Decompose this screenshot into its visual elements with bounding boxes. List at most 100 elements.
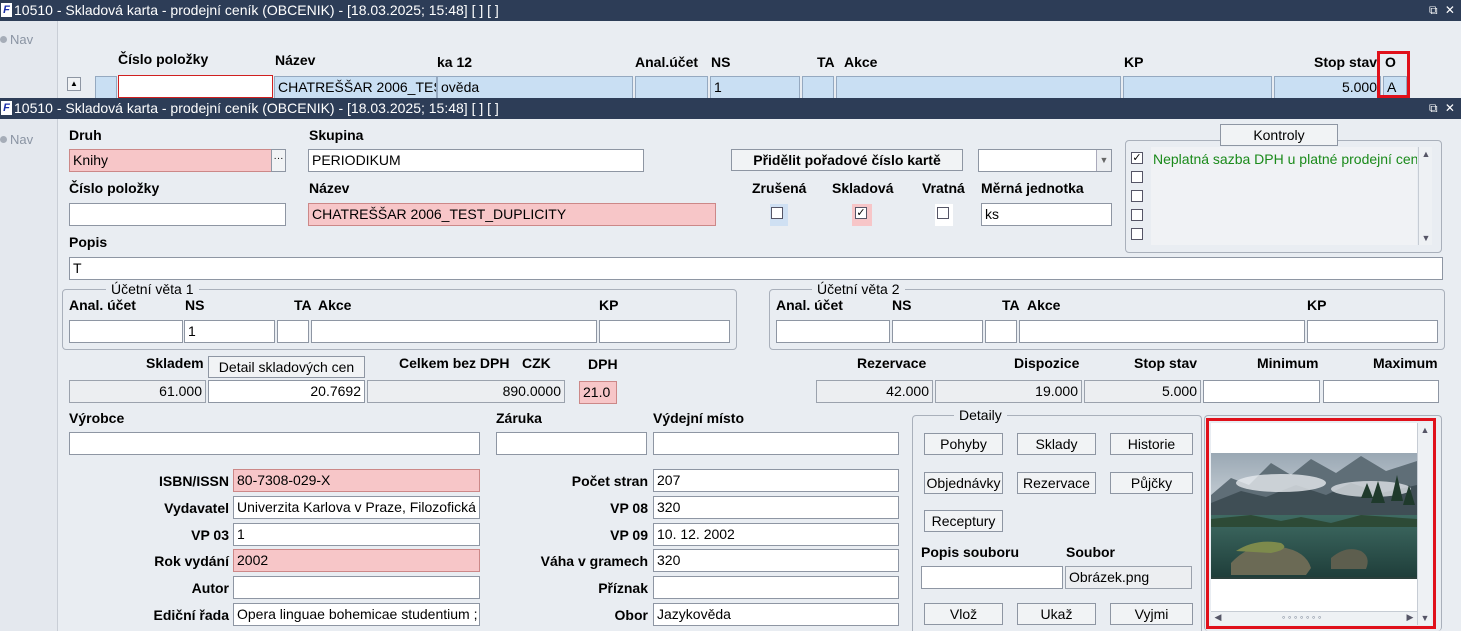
- uv2-kp-field[interactable]: [1307, 320, 1438, 343]
- combo-select[interactable]: ▼: [978, 149, 1112, 172]
- cislo-polozky-field[interactable]: [69, 203, 286, 226]
- autor-label: Autor: [191, 580, 229, 596]
- maximum-field[interactable]: [1323, 380, 1439, 403]
- uv2-akce-field[interactable]: [1019, 320, 1305, 343]
- isbn-field[interactable]: 80-7308-029-X: [233, 469, 480, 492]
- nazev-field[interactable]: CHATREŠŠAR 2006_TEST_DUPLICITY: [308, 203, 716, 226]
- minimum-field[interactable]: [1203, 380, 1320, 403]
- objednavky-button[interactable]: Objednávky: [924, 472, 1003, 494]
- sklady-button[interactable]: Sklady: [1017, 433, 1096, 455]
- row-akce[interactable]: [836, 76, 1121, 99]
- vydavatel-field[interactable]: Univerzita Karlova v Praze, Filozofická …: [233, 496, 480, 519]
- uv2-ta-field[interactable]: [985, 320, 1017, 343]
- chevron-down-icon[interactable]: ▼: [1096, 150, 1111, 171]
- receptury-button[interactable]: Receptury: [924, 510, 1003, 532]
- vaha-field[interactable]: 320: [653, 549, 899, 572]
- window2-titlebar: F 10510 - Skladová karta - prodejní cení…: [0, 98, 1461, 119]
- pridelit-cislo-button[interactable]: Přidělit pořadové číslo kartě: [731, 149, 963, 171]
- cena-field[interactable]: 20.7692: [208, 380, 365, 403]
- skladova-checkbox[interactable]: ✓: [855, 207, 867, 219]
- zrusena-checkbox[interactable]: [771, 207, 783, 219]
- vyrobce-field[interactable]: [69, 432, 480, 455]
- window1-nav-button[interactable]: Nav: [0, 32, 33, 47]
- col-ka12: ka 12: [437, 54, 473, 70]
- row-scroll-up-icon[interactable]: ▲: [67, 77, 81, 91]
- obor-field[interactable]: Jazykověda: [653, 603, 899, 626]
- autor-field[interactable]: [233, 576, 480, 599]
- window2-nav-button[interactable]: Nav: [0, 132, 33, 147]
- popis-souboru-field[interactable]: [921, 566, 1063, 589]
- vp09-field[interactable]: 10. 12. 2002: [653, 523, 899, 546]
- pocet-stran-field[interactable]: 207: [653, 469, 899, 492]
- dph-field[interactable]: 21.0: [579, 381, 617, 404]
- uv1-ns-field[interactable]: 1: [184, 320, 275, 343]
- row-anal-ucet[interactable]: [635, 76, 708, 99]
- kontroly-checkbox-4[interactable]: [1131, 209, 1143, 221]
- druh-label: Druh: [69, 127, 102, 143]
- rezervace-label: Rezervace: [857, 355, 927, 371]
- druh-lookup-button[interactable]: ···: [271, 149, 286, 172]
- vloz-button[interactable]: Vlož: [924, 603, 1003, 625]
- col-akce: Akce: [844, 54, 878, 70]
- app-icon: F: [1, 3, 12, 17]
- uv1-kp-field[interactable]: [599, 320, 730, 343]
- uv2-anal-ucet-field[interactable]: [776, 320, 890, 343]
- popis-field[interactable]: T: [69, 257, 1443, 280]
- scroll-down-icon[interactable]: ▼: [1419, 233, 1433, 243]
- obor-label: Obor: [614, 607, 648, 623]
- kontroly-checkbox-2[interactable]: [1131, 171, 1143, 183]
- priznak-field[interactable]: [653, 576, 899, 599]
- kontroly-checkbox-1[interactable]: ✓: [1131, 152, 1143, 164]
- window2-nav-column: Nav: [0, 119, 58, 631]
- row-ka12[interactable]: ověda: [437, 76, 633, 99]
- historie-button[interactable]: Historie: [1110, 433, 1193, 455]
- window2-restore-close-icons[interactable]: ⧉ ✕: [1429, 98, 1457, 119]
- row-cislo-polozky[interactable]: [118, 75, 273, 98]
- uv2-ns-field[interactable]: [892, 320, 983, 343]
- merna-jednotka-field[interactable]: ks: [981, 203, 1112, 226]
- uv1-ta-field[interactable]: [277, 320, 309, 343]
- czk-label: CZK: [522, 355, 551, 371]
- vp03-field[interactable]: 1: [233, 523, 480, 546]
- vp09-label: VP 09: [610, 527, 648, 543]
- vratna-checkbox[interactable]: [937, 207, 949, 219]
- zaruka-field[interactable]: [496, 432, 647, 455]
- skupina-label: Skupina: [309, 127, 364, 143]
- kontroly-button[interactable]: Kontroly: [1220, 124, 1338, 146]
- row-selector[interactable]: [95, 76, 117, 99]
- uv1-anal-ucet-field[interactable]: [69, 320, 183, 343]
- scroll-up-icon[interactable]: ▲: [1419, 149, 1433, 159]
- uv1-akce-field[interactable]: [311, 320, 597, 343]
- row-ta[interactable]: [802, 76, 834, 99]
- rok-vydani-field[interactable]: 2002: [233, 549, 480, 572]
- pujcky-button[interactable]: Půjčky: [1110, 472, 1193, 494]
- rezervace-field: 42.000: [816, 380, 933, 403]
- edicni-rada-label: Ediční řada: [153, 607, 229, 623]
- row-kp[interactable]: [1123, 76, 1272, 99]
- zrusena-label: Zrušená: [752, 180, 807, 196]
- skladem-label: Skladem: [146, 355, 204, 371]
- row-ns[interactable]: 1: [710, 76, 800, 99]
- detail-skladovych-cen-button[interactable]: Detail skladových cen: [208, 356, 365, 378]
- vp08-field[interactable]: 320: [653, 496, 899, 519]
- row-nazev[interactable]: CHATREŠŠAR 2006_TES: [274, 76, 437, 99]
- isbn-label: ISBN/ISSN: [158, 473, 229, 489]
- uv2-ns-label: NS: [892, 297, 912, 313]
- kontroly-checkbox-5[interactable]: [1131, 228, 1143, 240]
- kontroly-scrollbar[interactable]: ▲ ▼: [1418, 147, 1432, 245]
- maximum-label: Maximum: [1373, 355, 1438, 371]
- dph-label: DPH: [588, 356, 618, 372]
- window1-restore-close-icons[interactable]: ⧉ ✕: [1429, 0, 1457, 21]
- pohyby-button[interactable]: Pohyby: [924, 433, 1003, 455]
- ukaz-button[interactable]: Ukaž: [1017, 603, 1096, 625]
- kontroly-checkbox-3[interactable]: [1131, 190, 1143, 202]
- skupina-field[interactable]: PERIODIKUM: [308, 149, 644, 172]
- edicni-rada-field[interactable]: Opera linguae bohemicae studentium ;: [233, 603, 480, 626]
- row-stop-stav[interactable]: 5.000: [1274, 76, 1381, 99]
- rezervace-button[interactable]: Rezervace: [1017, 472, 1096, 494]
- vyjmi-button[interactable]: Vyjmi: [1110, 603, 1193, 625]
- cislo-polozky-label: Číslo položky: [69, 180, 160, 196]
- radio-icon: [0, 36, 7, 43]
- vydejni-misto-field[interactable]: [653, 432, 899, 455]
- druh-field[interactable]: Knihy: [69, 149, 272, 172]
